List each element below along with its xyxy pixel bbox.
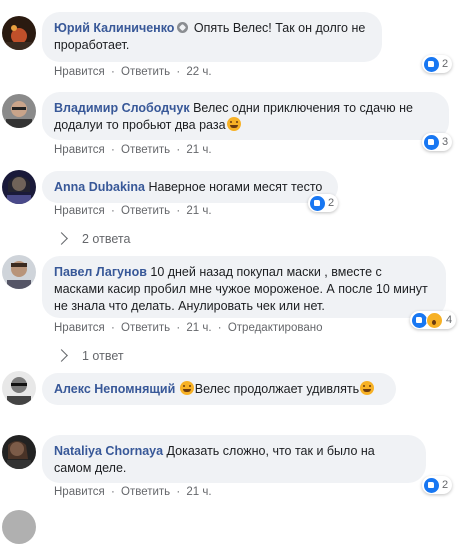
avatar[interactable] — [2, 510, 36, 544]
reaction-number: 4 — [446, 314, 453, 326]
laughing-emoji-icon — [226, 117, 241, 131]
like-link[interactable]: Нравится — [54, 322, 105, 334]
reaction-count[interactable]: 2 — [422, 55, 453, 73]
edited-label[interactable]: Отредактировано — [228, 322, 323, 334]
timestamp[interactable]: 21 ч. — [186, 144, 211, 156]
avatar[interactable] — [2, 170, 36, 204]
comment-bubble: Юрий Калиниченко Опять Велес! Так он дол… — [42, 12, 382, 62]
like-reaction-icon — [424, 134, 439, 150]
reaction-count[interactable]: 4 — [410, 311, 457, 329]
timestamp[interactable]: 21 ч. — [186, 486, 211, 498]
reaction-number: 2 — [442, 58, 449, 70]
timestamp[interactable]: 21 ч. — [186, 205, 211, 217]
view-replies-link[interactable]: 1 ответ — [55, 349, 124, 363]
author-name[interactable]: Алекс Непомнящий — [54, 382, 175, 396]
profile-badge-icon — [177, 22, 189, 33]
comment-text: Велес продолжает удивлять — [194, 382, 360, 396]
comment-actions: Нравится · Ответить · 21 ч. — [54, 486, 215, 498]
comment-bubble: Nataliya Chornaya Доказать сложно, что т… — [42, 435, 426, 483]
author-name[interactable]: Anna Dubakina — [54, 180, 145, 194]
like-reaction-icon — [424, 56, 439, 72]
separator: · — [176, 144, 181, 156]
comment-text: Наверное ногами месят тесто — [145, 180, 323, 194]
avatar-image — [2, 94, 36, 128]
replies-count: 2 ответа — [82, 232, 131, 246]
reply-link[interactable]: Ответить — [121, 486, 170, 498]
comment-actions: Нравится · Ответить · 21 ч. — [54, 205, 215, 217]
separator: · — [110, 486, 115, 498]
separator: · — [176, 205, 181, 217]
laughing-emoji-icon — [360, 381, 375, 395]
avatar-image — [2, 255, 36, 289]
reply-link[interactable]: Ответить — [121, 144, 170, 156]
avatar-image — [2, 16, 36, 50]
reply-link[interactable]: Ответить — [121, 66, 170, 78]
reaction-number: 3 — [442, 136, 449, 148]
separator: · — [110, 205, 115, 217]
separator: · — [110, 66, 115, 78]
laughing-emoji-icon — [179, 381, 194, 395]
reaction-number: 2 — [442, 479, 449, 491]
comment-bubble: Anna Dubakina Наверное ногами месят тест… — [42, 171, 338, 203]
author-name[interactable]: Владимир Слободчук — [54, 101, 190, 115]
replies-count: 1 ответ — [82, 349, 124, 363]
reply-arrow-icon — [55, 232, 68, 245]
reply-link[interactable]: Ответить — [121, 205, 170, 217]
reaction-count[interactable]: 2 — [422, 476, 453, 494]
separator: · — [110, 144, 115, 156]
timestamp[interactable]: 22 ч. — [186, 66, 211, 78]
avatar[interactable] — [2, 371, 36, 405]
avatar[interactable] — [2, 255, 36, 289]
separator: · — [110, 322, 115, 334]
like-reaction-icon — [412, 312, 427, 328]
like-link[interactable]: Нравится — [54, 486, 105, 498]
comment-bubble: Владимир Слободчук Велес одни приключени… — [42, 92, 449, 140]
comment-actions: Нравится · Ответить · 21 ч. · Отредактир… — [54, 322, 325, 334]
comment-bubble: Алекс Непомнящий Велес продолжает удивля… — [42, 373, 396, 405]
reaction-count[interactable]: 2 — [308, 194, 339, 212]
separator: · — [217, 322, 222, 334]
author-name[interactable]: Павел Лагунов — [54, 265, 147, 279]
reply-arrow-icon — [55, 349, 68, 362]
comment-bubble: Павел Лагунов 10 дней назад покупал маск… — [42, 256, 446, 318]
avatar-image — [2, 170, 36, 204]
like-link[interactable]: Нравится — [54, 205, 105, 217]
avatar-image — [2, 435, 36, 469]
separator: · — [176, 486, 181, 498]
view-replies-link[interactable]: 2 ответа — [55, 232, 130, 246]
author-name[interactable]: Nataliya Chornaya — [54, 444, 163, 458]
reaction-number: 2 — [328, 197, 335, 209]
like-link[interactable]: Нравится — [54, 66, 105, 78]
comment-actions: Нравится · Ответить · 21 ч. — [54, 144, 215, 156]
separator: · — [176, 66, 181, 78]
reply-link[interactable]: Ответить — [121, 322, 170, 334]
author-name[interactable]: Юрий Калиниченко — [54, 21, 174, 35]
avatar[interactable] — [2, 435, 36, 469]
reaction-count[interactable]: 3 — [422, 133, 453, 151]
like-reaction-icon — [310, 195, 325, 211]
avatar[interactable] — [2, 16, 36, 50]
wow-reaction-icon — [426, 311, 443, 329]
comment-actions: Нравится · Ответить · 22 ч. — [54, 66, 215, 78]
separator: · — [176, 322, 181, 334]
avatar-image — [2, 371, 36, 405]
like-reaction-icon — [424, 477, 439, 493]
like-link[interactable]: Нравится — [54, 144, 105, 156]
avatar[interactable] — [2, 94, 36, 128]
timestamp[interactable]: 21 ч. — [186, 322, 211, 334]
